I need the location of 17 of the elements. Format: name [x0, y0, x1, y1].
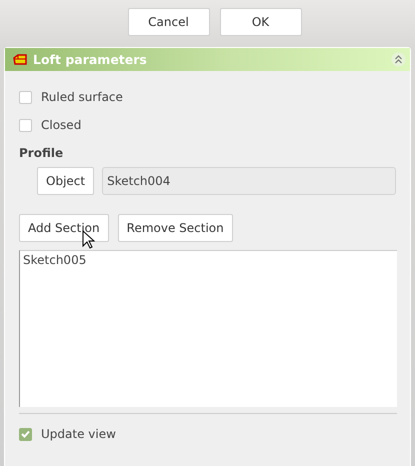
checkbox[interactable] — [19, 90, 32, 104]
checkbox[interactable] — [19, 118, 32, 132]
profile-field[interactable]: Sketch004 — [102, 167, 396, 195]
object-button[interactable]: Object — [37, 167, 94, 195]
panel-title: Loft parameters — [33, 52, 148, 67]
ok-button[interactable]: OK — [220, 8, 302, 36]
collapse-icon[interactable] — [391, 52, 406, 67]
remove-section-button[interactable]: Remove Section — [118, 214, 233, 242]
add-section-button[interactable]: Add Section — [19, 214, 109, 242]
checkbox-label: Update view — [41, 427, 116, 441]
checkbox-label: Closed — [41, 118, 82, 132]
checkbox[interactable] — [19, 428, 32, 440]
cancel-button[interactable]: Cancel — [128, 8, 210, 36]
list-item[interactable]: Sketch005 — [23, 253, 394, 267]
checkbox-label: Ruled surface — [41, 90, 123, 104]
loft-icon — [13, 53, 27, 66]
section-heading: Profile — [19, 146, 64, 160]
